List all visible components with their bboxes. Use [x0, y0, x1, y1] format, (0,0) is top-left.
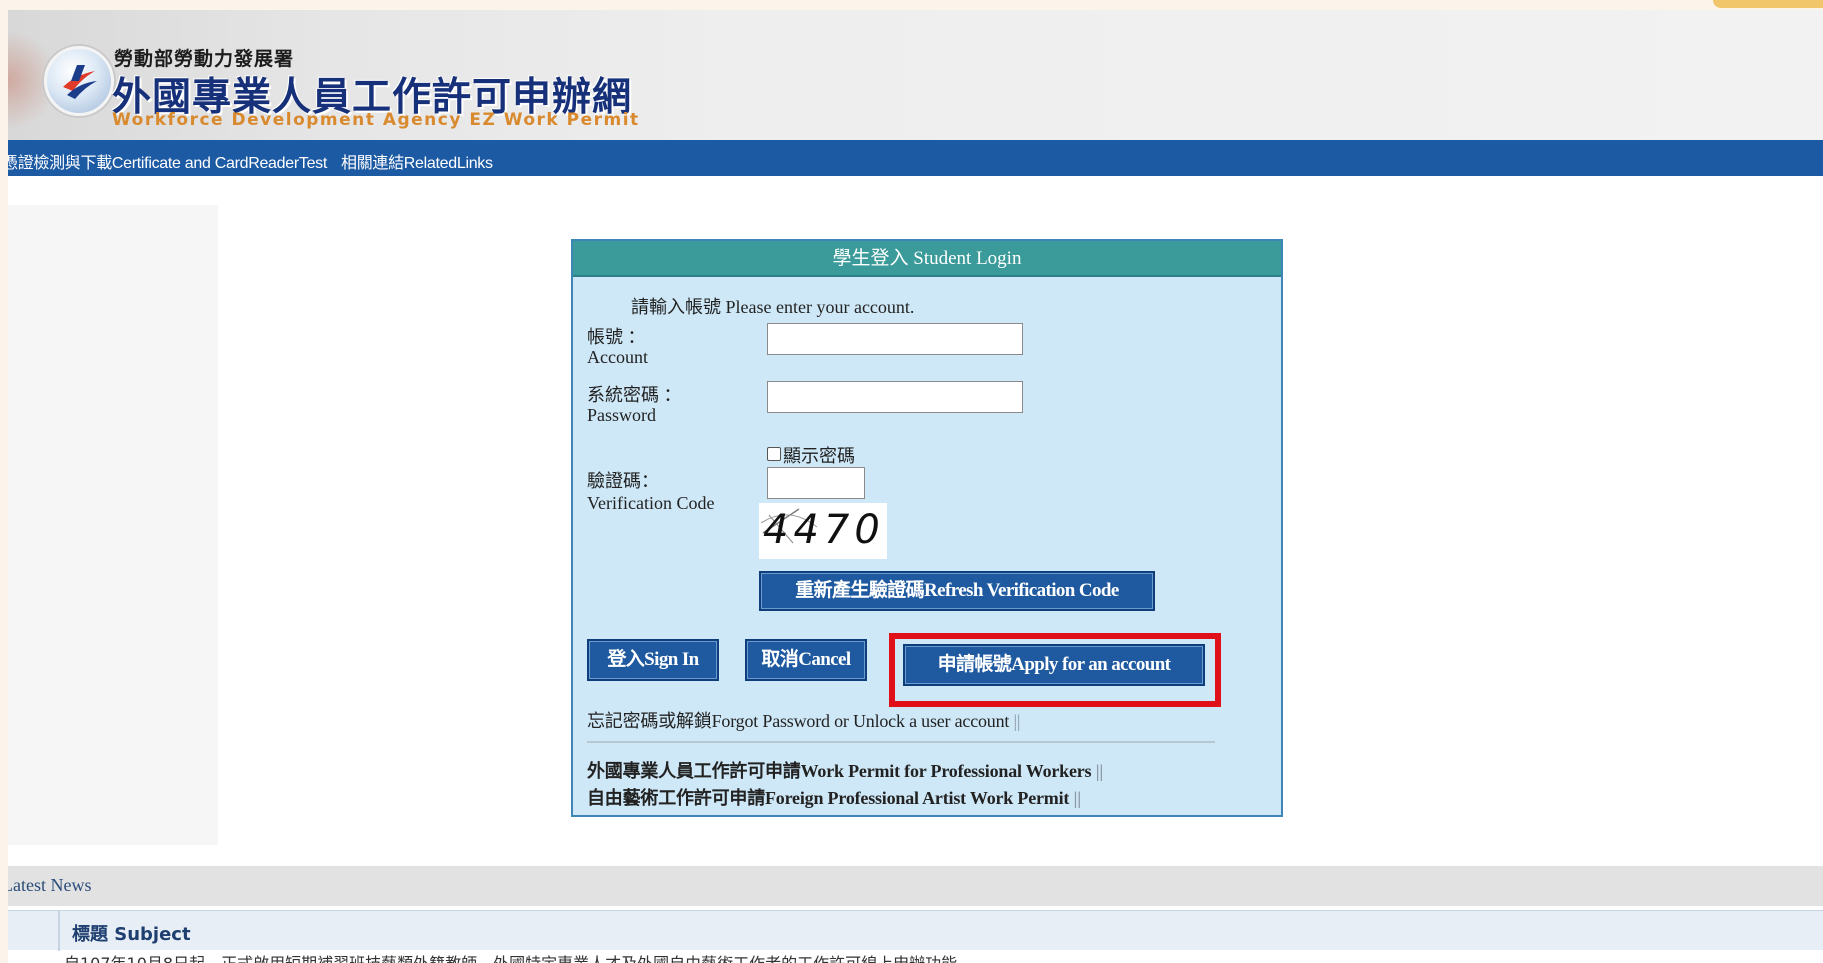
password-input[interactable] — [767, 381, 1023, 413]
artist-permit-link[interactable]: 自由藝術工作許可申請Foreign Professional Artist Wo… — [587, 784, 1081, 810]
site-subtitle: Workforce Development Agency EZ Work Per… — [112, 110, 640, 130]
captcha-image: 4470 — [759, 503, 887, 559]
section-divider — [587, 741, 1215, 743]
column-divider — [58, 911, 60, 951]
forgot-password-text[interactable]: 忘記密碼或解鎖Forgot Password or Unlock a user … — [587, 711, 1009, 731]
show-password-checkbox[interactable] — [767, 447, 781, 461]
subject-column-header: 標題 Subject — [72, 924, 191, 945]
password-label-en: Password — [587, 405, 657, 425]
student-login-panel: 學生登入 Student Login 請輸入帳號 Please enter yo… — [571, 239, 1283, 817]
show-password-label: 顯示密碼 — [783, 446, 855, 466]
red-highlight-box — [889, 633, 1221, 707]
work-permit-link[interactable]: 外國專業人員工作許可申請Work Permit for Professional… — [587, 757, 1103, 783]
cancel-button[interactable]: 取消Cancel — [745, 639, 867, 681]
site-header-banner: 勞動部勞動力發展署 外國專業人員工作許可申辦網 Workforce Develo… — [8, 10, 1823, 140]
separator: || — [1013, 711, 1021, 731]
verification-code-input[interactable] — [767, 467, 865, 499]
sign-in-button[interactable]: 登入Sign In — [587, 639, 719, 681]
left-side-panel — [8, 205, 218, 845]
corner-decoration — [1713, 0, 1823, 8]
agency-logo-icon — [44, 46, 114, 116]
news-item[interactable]: 自107年10月8日起，正式啟用短期補習班技藝類外籍教師、外國特定專業人才及外國… — [64, 950, 973, 963]
captcha-text: 4470 — [763, 507, 885, 553]
account-input[interactable] — [767, 323, 1023, 355]
login-prompt: 請輸入帳號 Please enter your account. — [631, 297, 915, 317]
nav-link-certificate[interactable]: 憑證檢測與下載Certificate and CardReaderTest — [8, 149, 327, 173]
nav-link-related[interactable]: 相關連結RelatedLinks — [341, 149, 493, 173]
verification-label-en: Verification Code — [587, 493, 715, 513]
refresh-verification-button[interactable]: 重新產生驗證碼Refresh Verification Code — [759, 571, 1155, 611]
top-nav-bar: 憑證檢測與下載Certificate and CardReaderTest 相關… — [8, 140, 1823, 176]
separator: || — [1073, 788, 1082, 808]
account-label-zh: 帳號 ： — [587, 327, 646, 347]
account-label-en: Account — [587, 347, 648, 367]
forgot-password-link[interactable]: 忘記密碼或解鎖Forgot Password or Unlock a user … — [587, 707, 1021, 733]
artist-permit-text[interactable]: 自由藝術工作許可申請Foreign Professional Artist Wo… — [587, 788, 1069, 808]
login-panel-header: 學生登入 Student Login — [573, 241, 1281, 277]
verification-label-zh: 驗證碼： — [587, 471, 659, 491]
browser-viewport: 勞動部勞動力發展署 外國專業人員工作許可申辦網 Workforce Develo… — [8, 10, 1823, 963]
password-label-zh: 系統密碼 ： — [587, 385, 682, 405]
latest-news-bar: Latest News — [8, 866, 1823, 906]
work-permit-text[interactable]: 外國專業人員工作許可申請Work Permit for Professional… — [587, 761, 1092, 781]
latest-news-title: Latest News — [8, 875, 92, 895]
separator: || — [1095, 761, 1104, 781]
news-table-header: 標題 Subject — [8, 910, 1823, 951]
